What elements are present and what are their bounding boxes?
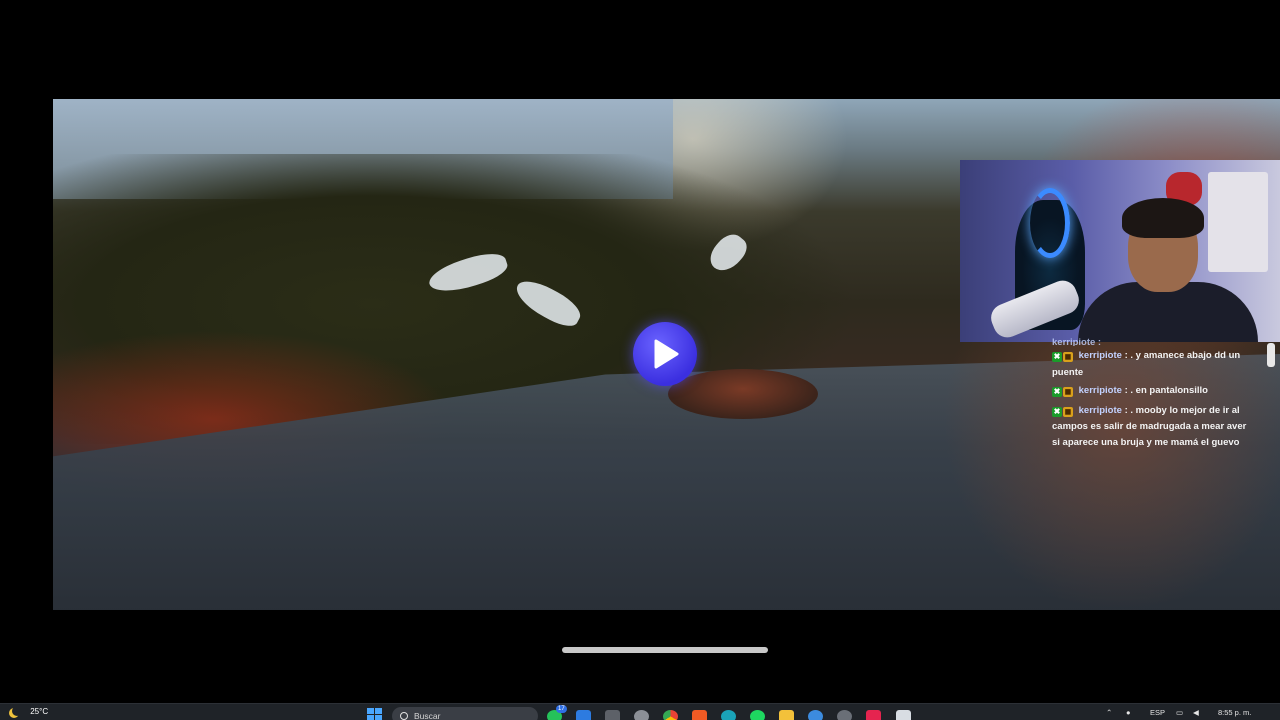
chrome-icon[interactable] [663, 710, 678, 720]
app-icon[interactable] [896, 710, 911, 720]
language-indicator[interactable]: ESP [1150, 707, 1165, 719]
clock[interactable]: 8:55 p. m. [1218, 707, 1251, 719]
chat-message: ✖ ◼ kerripiote : . en pantalonsillo [1052, 383, 1252, 400]
microphone-tray-icon[interactable]: ● [1126, 707, 1131, 719]
play-button[interactable] [633, 322, 697, 386]
chat-badges: ✖ ◼ [1052, 384, 1074, 400]
webcam-overlay [960, 160, 1280, 342]
chat-message: ✖ ◼ kerripiote : . y amanece abajo dd un … [1052, 348, 1252, 380]
weather-widget[interactable]: 25°C [12, 706, 48, 718]
moderator-badge-icon: ✖ [1052, 387, 1062, 397]
chat-username[interactable]: kerripiote [1079, 385, 1122, 396]
tiktok-icon[interactable] [866, 710, 881, 720]
subscriber-badge-icon: ◼ [1063, 406, 1073, 417]
home-indicator[interactable] [562, 647, 768, 653]
chat-scrollbar[interactable] [1267, 343, 1275, 367]
chat-badges: ✖ ◼ [1052, 349, 1074, 365]
network-icon[interactable]: ▭ [1176, 707, 1183, 719]
chat-separator: : [1124, 350, 1128, 361]
store-icon[interactable] [808, 710, 823, 720]
search-icon [400, 712, 408, 720]
folder-icon[interactable] [779, 710, 794, 720]
notification-badge: 17 [556, 705, 567, 713]
subscriber-badge-icon: ◼ [1063, 352, 1073, 362]
chat-separator: : [1124, 385, 1128, 396]
neon-light [1030, 188, 1070, 258]
weather-temperature: 25°C [30, 707, 49, 716]
notes-icon[interactable] [605, 710, 620, 720]
messenger-icon[interactable] [837, 710, 852, 720]
chat-text: . en pantalonsillo [1130, 385, 1208, 396]
search-placeholder: Buscar [414, 711, 441, 720]
chat-badges: ✖ ◼ [1052, 404, 1074, 420]
wall-shelf [1208, 172, 1268, 272]
play-icon [654, 339, 679, 369]
streamer-hair [1122, 198, 1204, 238]
chat-message: ✖ ◼ kerripiote : . mooby lo mejor de ir a… [1052, 403, 1252, 451]
chat-username[interactable]: kerripiote [1079, 350, 1122, 361]
spotify-icon[interactable] [750, 710, 765, 720]
moon-icon [12, 706, 22, 716]
chat-username[interactable]: kerripiote [1079, 405, 1122, 416]
windows-start-icon[interactable] [367, 708, 383, 720]
brave-icon[interactable] [692, 710, 707, 720]
taskbar-search[interactable]: Buscar [392, 707, 538, 720]
taskbar: 25°C Buscar 17 ⌃ ● ESP ▭ ◀ 8:55 p. m. [0, 703, 1280, 720]
chat-separator: : [1124, 404, 1128, 416]
moderator-badge-icon: ✖ [1052, 406, 1062, 417]
edge-icon[interactable] [721, 710, 736, 720]
moderator-badge-icon: ✖ [1052, 352, 1062, 362]
subscriber-badge-icon: ◼ [1063, 387, 1073, 397]
chat-partial-line: kerripiote : [1052, 338, 1102, 346]
video-island [668, 369, 818, 419]
chat-overlay: ✖ ◼ kerripiote : . y amanece abajo dd un … [1052, 348, 1252, 453]
volume-icon[interactable]: ◀ [1193, 707, 1199, 719]
tray-overflow-chevron-icon[interactable]: ⌃ [1106, 707, 1112, 719]
settings-icon[interactable] [634, 710, 649, 720]
mail-icon[interactable] [576, 710, 591, 720]
